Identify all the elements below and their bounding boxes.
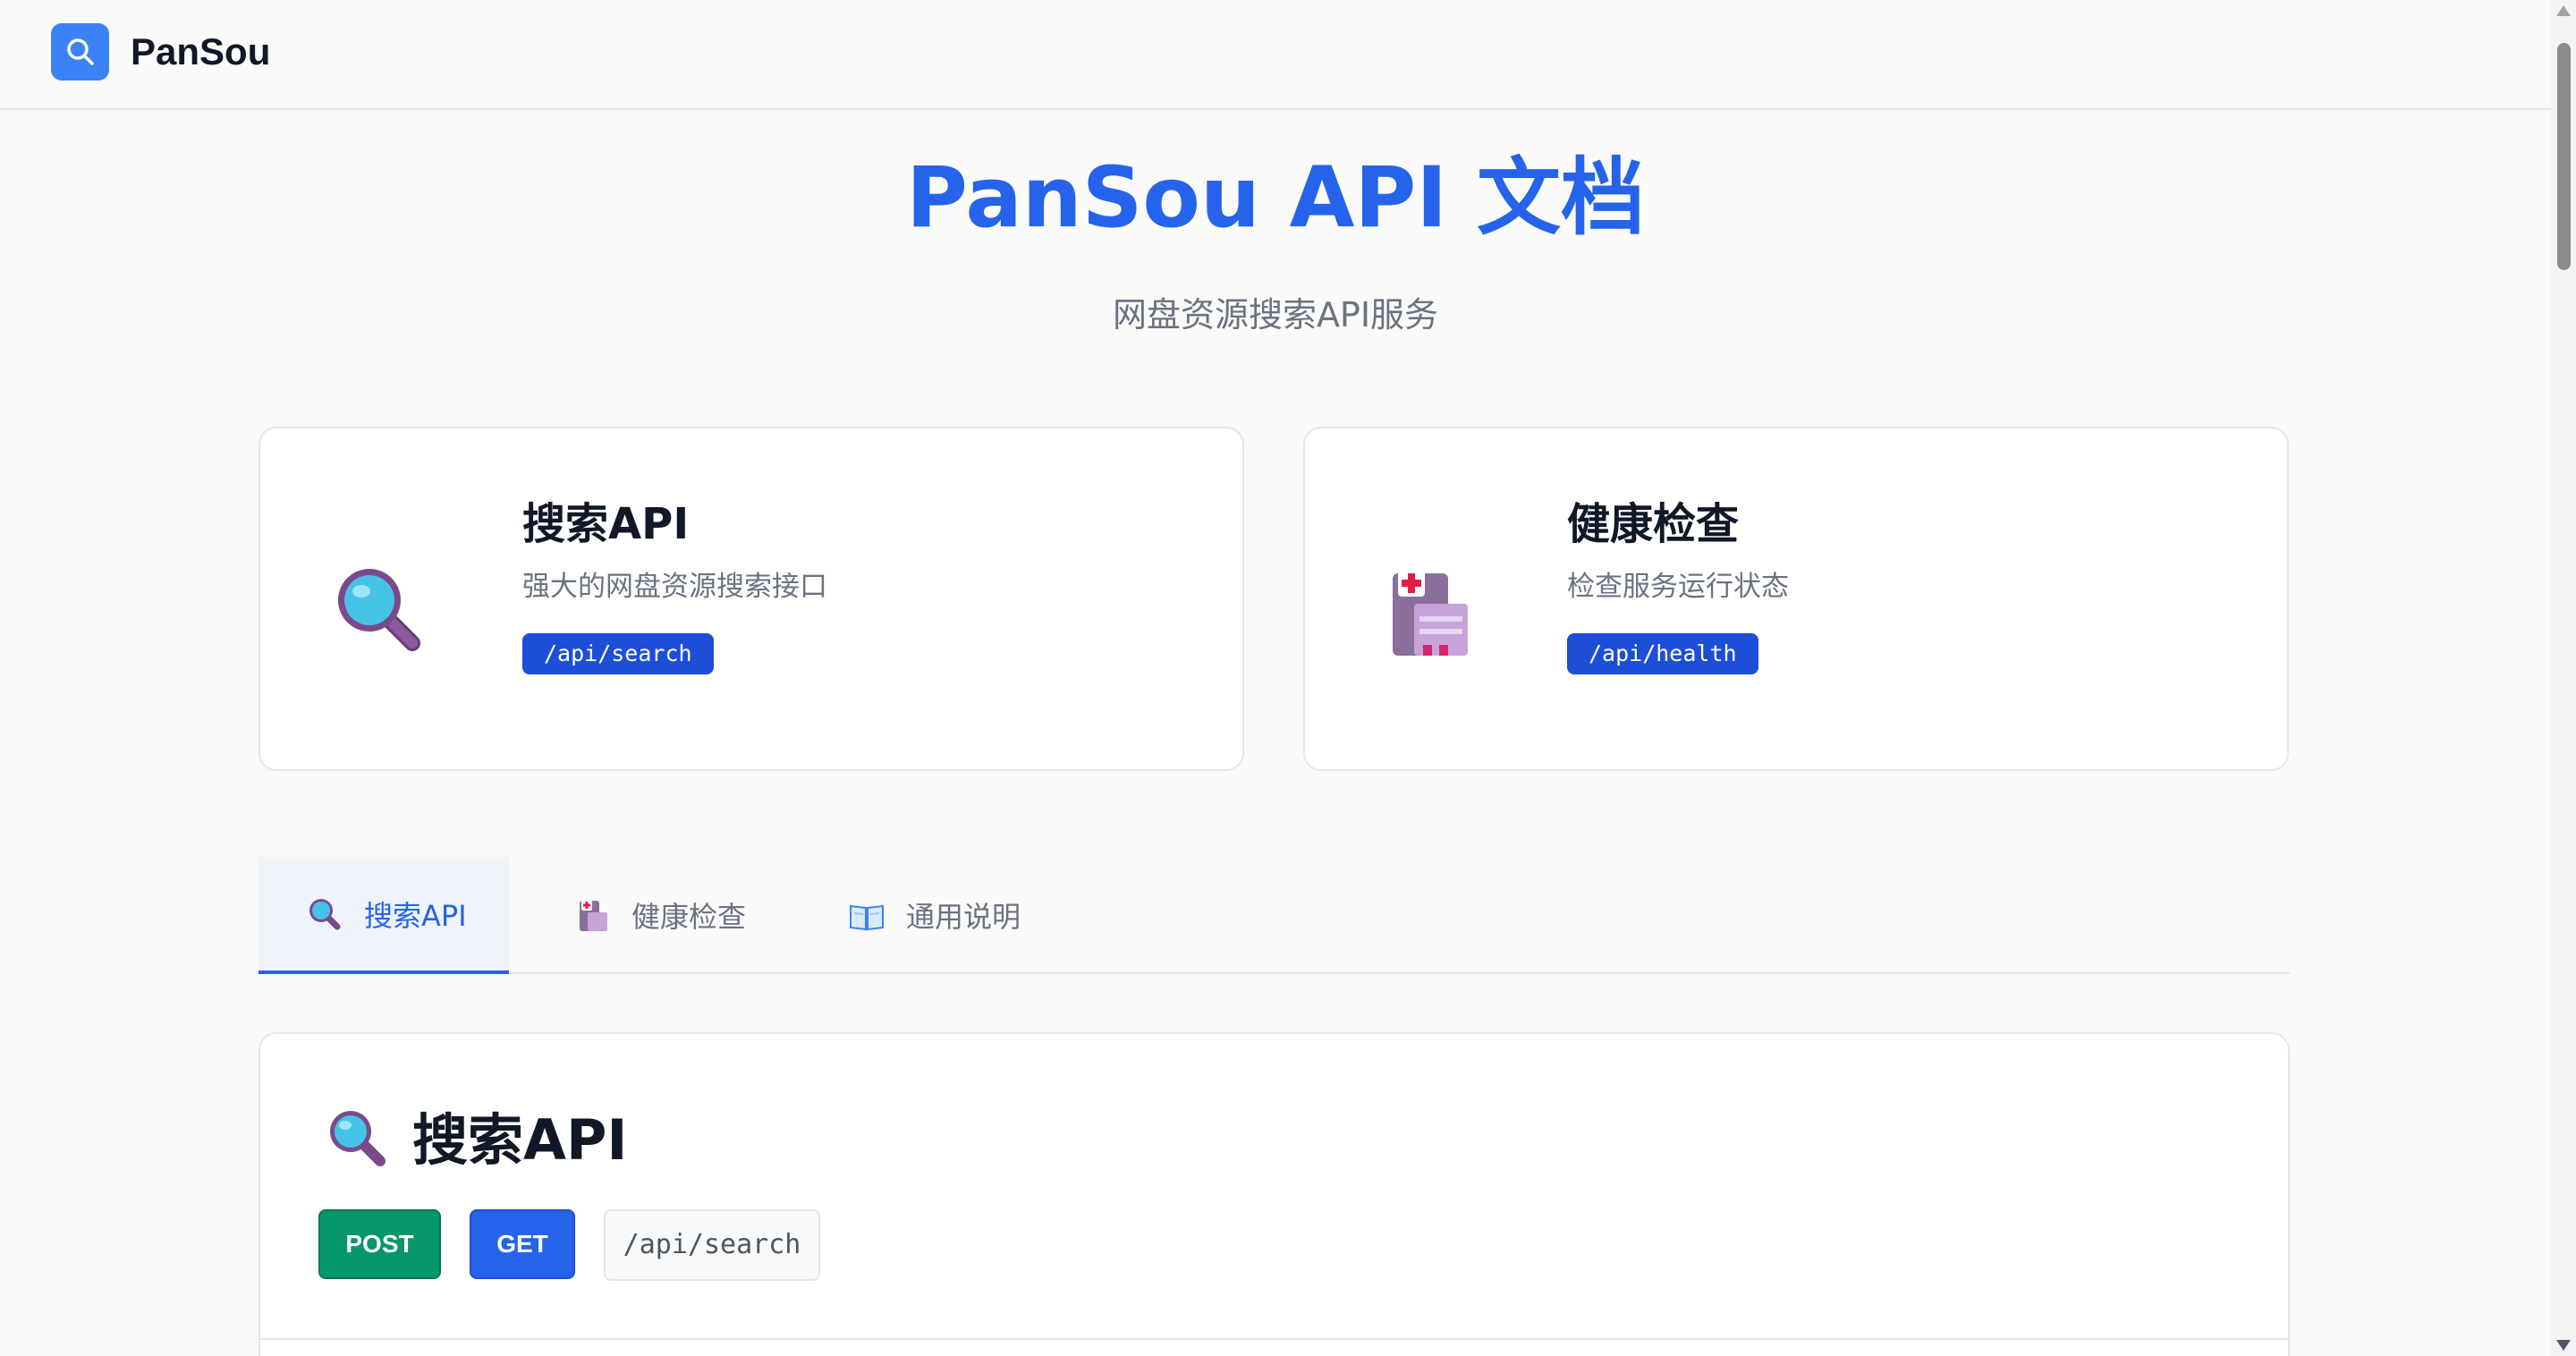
scroll-down-arrow[interactable] <box>2556 1340 2571 1351</box>
tab-health-check[interactable]: 健康检查 <box>574 857 746 972</box>
card-description: 检查服务运行状态 <box>1567 571 1789 603</box>
card-description: 强大的网盘资源搜索接口 <box>522 571 827 603</box>
tab-label: 通用说明 <box>906 899 1021 934</box>
scroll-up-arrow[interactable] <box>2556 5 2571 16</box>
section-divider <box>260 1338 2288 1340</box>
card-title: 健康检查 <box>1567 499 1740 549</box>
magnifier-icon <box>338 569 420 651</box>
top-navbar: PanSou <box>0 0 2551 110</box>
hospital-icon <box>1393 570 1468 656</box>
magnifier-icon <box>330 1111 386 1166</box>
page-scrollbar[interactable] <box>2551 0 2576 1356</box>
api-tabs: 搜索API 健康检查 通用说明 <box>258 857 2290 974</box>
post-method-badge: POST <box>318 1209 441 1279</box>
endpoint-path: /api/search <box>604 1209 820 1281</box>
endpoint-badge: /api/health <box>1567 633 1758 674</box>
scroll-thumb[interactable] <box>2557 43 2571 270</box>
page-subtitle: 网盘资源搜索API服务 <box>1112 295 1439 335</box>
section-title: 搜索API <box>412 1107 628 1173</box>
page-title: PanSou API 文档 <box>906 149 1645 247</box>
book-icon <box>850 904 884 930</box>
tab-general-notes[interactable]: 通用说明 <box>849 857 1021 972</box>
logo[interactable] <box>51 23 109 81</box>
get-method-badge: GET <box>470 1209 575 1279</box>
search-icon <box>66 38 94 65</box>
health-check-card[interactable]: 健康检查 检查服务运行状态 /api/health <box>1303 427 2289 771</box>
card-title: 搜索API <box>522 499 690 549</box>
search-api-section: 搜索API POST GET /api/search <box>258 1032 2290 1356</box>
hospital-icon <box>580 899 607 931</box>
magnifier-icon <box>309 898 341 929</box>
tab-label: 健康检查 <box>631 899 747 934</box>
brand-name[interactable]: PanSou <box>131 27 270 77</box>
endpoint-badge: /api/search <box>522 633 714 674</box>
tab-search-api[interactable]: 搜索API <box>258 857 509 974</box>
search-api-card[interactable]: 搜索API 强大的网盘资源搜索接口 /api/search <box>258 427 1244 771</box>
tab-label: 搜索API <box>364 898 467 933</box>
